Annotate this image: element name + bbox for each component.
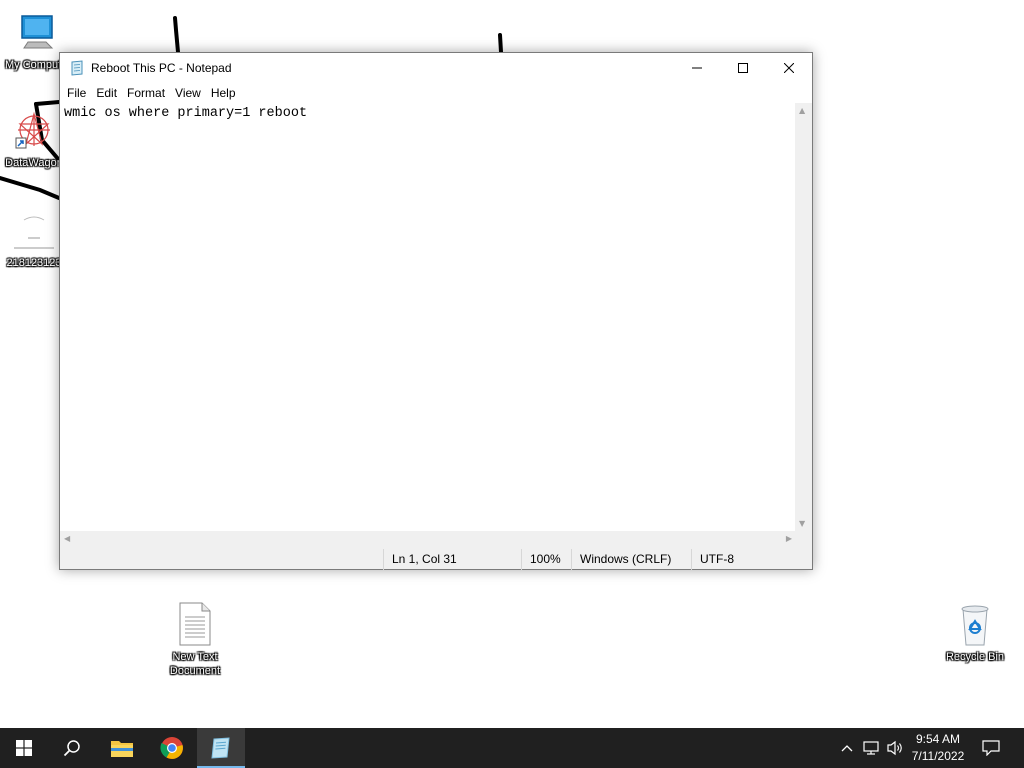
menu-edit[interactable]: Edit (91, 83, 122, 103)
search-icon (63, 740, 80, 757)
maximize-icon (738, 63, 748, 73)
desktop-icon-label: Recycle Bin (945, 651, 1005, 663)
taskbar: 9:54 AM 7/11/2022 (0, 728, 1024, 768)
chrome-button[interactable] (148, 728, 196, 768)
maximize-button[interactable] (720, 53, 766, 83)
horizontal-scrollbar[interactable]: ◀ ▶ (60, 531, 796, 548)
notification-icon[interactable] (981, 738, 1001, 758)
datawagon-icon (10, 106, 58, 154)
desktop-icon-recycle-bin[interactable]: Recycle Bin (937, 600, 1013, 664)
notepad-taskbar-button[interactable] (197, 728, 245, 768)
clock-date: 7/11/2022 (911, 749, 965, 763)
close-icon (784, 63, 794, 73)
menu-bar: File Edit Format View Help (60, 83, 812, 103)
scroll-left-icon[interactable]: ◀ (64, 534, 70, 543)
recycle-bin-icon (951, 600, 999, 648)
network-icon[interactable] (861, 738, 881, 758)
status-encoding: UTF-8 (691, 549, 812, 570)
scroll-right-icon[interactable]: ▶ (786, 534, 792, 543)
status-bar: Ln 1, Col 31 100% Windows (CRLF) UTF-8 (60, 548, 812, 570)
menu-format[interactable]: Format (122, 83, 170, 103)
desktop-icon-label: 218123123 (6, 257, 62, 269)
menu-view[interactable]: View (170, 83, 206, 103)
menu-help[interactable]: Help (206, 83, 241, 103)
minimize-button[interactable] (674, 53, 720, 83)
chevron-up-icon[interactable] (837, 738, 857, 758)
desktop-icon-new-text-document[interactable]: New Text Document (157, 600, 233, 678)
status-position: Ln 1, Col 31 (383, 549, 521, 570)
start-icon (16, 740, 32, 756)
notepad-app-icon (69, 60, 85, 76)
menu-file[interactable]: File (62, 83, 91, 103)
close-button[interactable] (766, 53, 812, 83)
file-explorer-button[interactable] (98, 728, 146, 768)
search-button[interactable] (48, 728, 96, 768)
text-editor[interactable]: wmic os where primary=1 reboot (60, 103, 796, 581)
desktop-icon-label: DataWagon (5, 157, 63, 169)
desktop-icon-label: New Text Document (169, 651, 221, 677)
scroll-up-icon[interactable]: ▲ (799, 106, 805, 115)
window-title: Reboot This PC - Notepad (91, 61, 232, 75)
notepad-window[interactable]: Reboot This PC - Notepad File Edit Forma… (59, 52, 813, 570)
title-bar[interactable]: Reboot This PC - Notepad (60, 53, 812, 83)
status-zoom: 100% (521, 549, 571, 570)
start-button[interactable] (0, 728, 48, 768)
minimize-icon (692, 67, 702, 69)
status-line-ending: Windows (CRLF) (571, 549, 691, 570)
scrollbar-corner (795, 531, 812, 548)
monitor-icon (14, 8, 62, 56)
chrome-icon (160, 737, 183, 759)
clock-time: 9:54 AM (915, 732, 961, 746)
editor-content[interactable]: wmic os where primary=1 reboot (64, 105, 307, 123)
scroll-down-icon[interactable]: ▼ (799, 519, 805, 528)
notepad-icon (211, 737, 230, 759)
system-clock[interactable]: 9:54 AM 7/11/2022 (900, 731, 976, 765)
vertical-scrollbar[interactable]: ▲ ▼ (795, 103, 812, 531)
image-file-icon (10, 206, 58, 254)
text-file-icon (171, 600, 219, 648)
file-explorer-icon (111, 741, 133, 757)
